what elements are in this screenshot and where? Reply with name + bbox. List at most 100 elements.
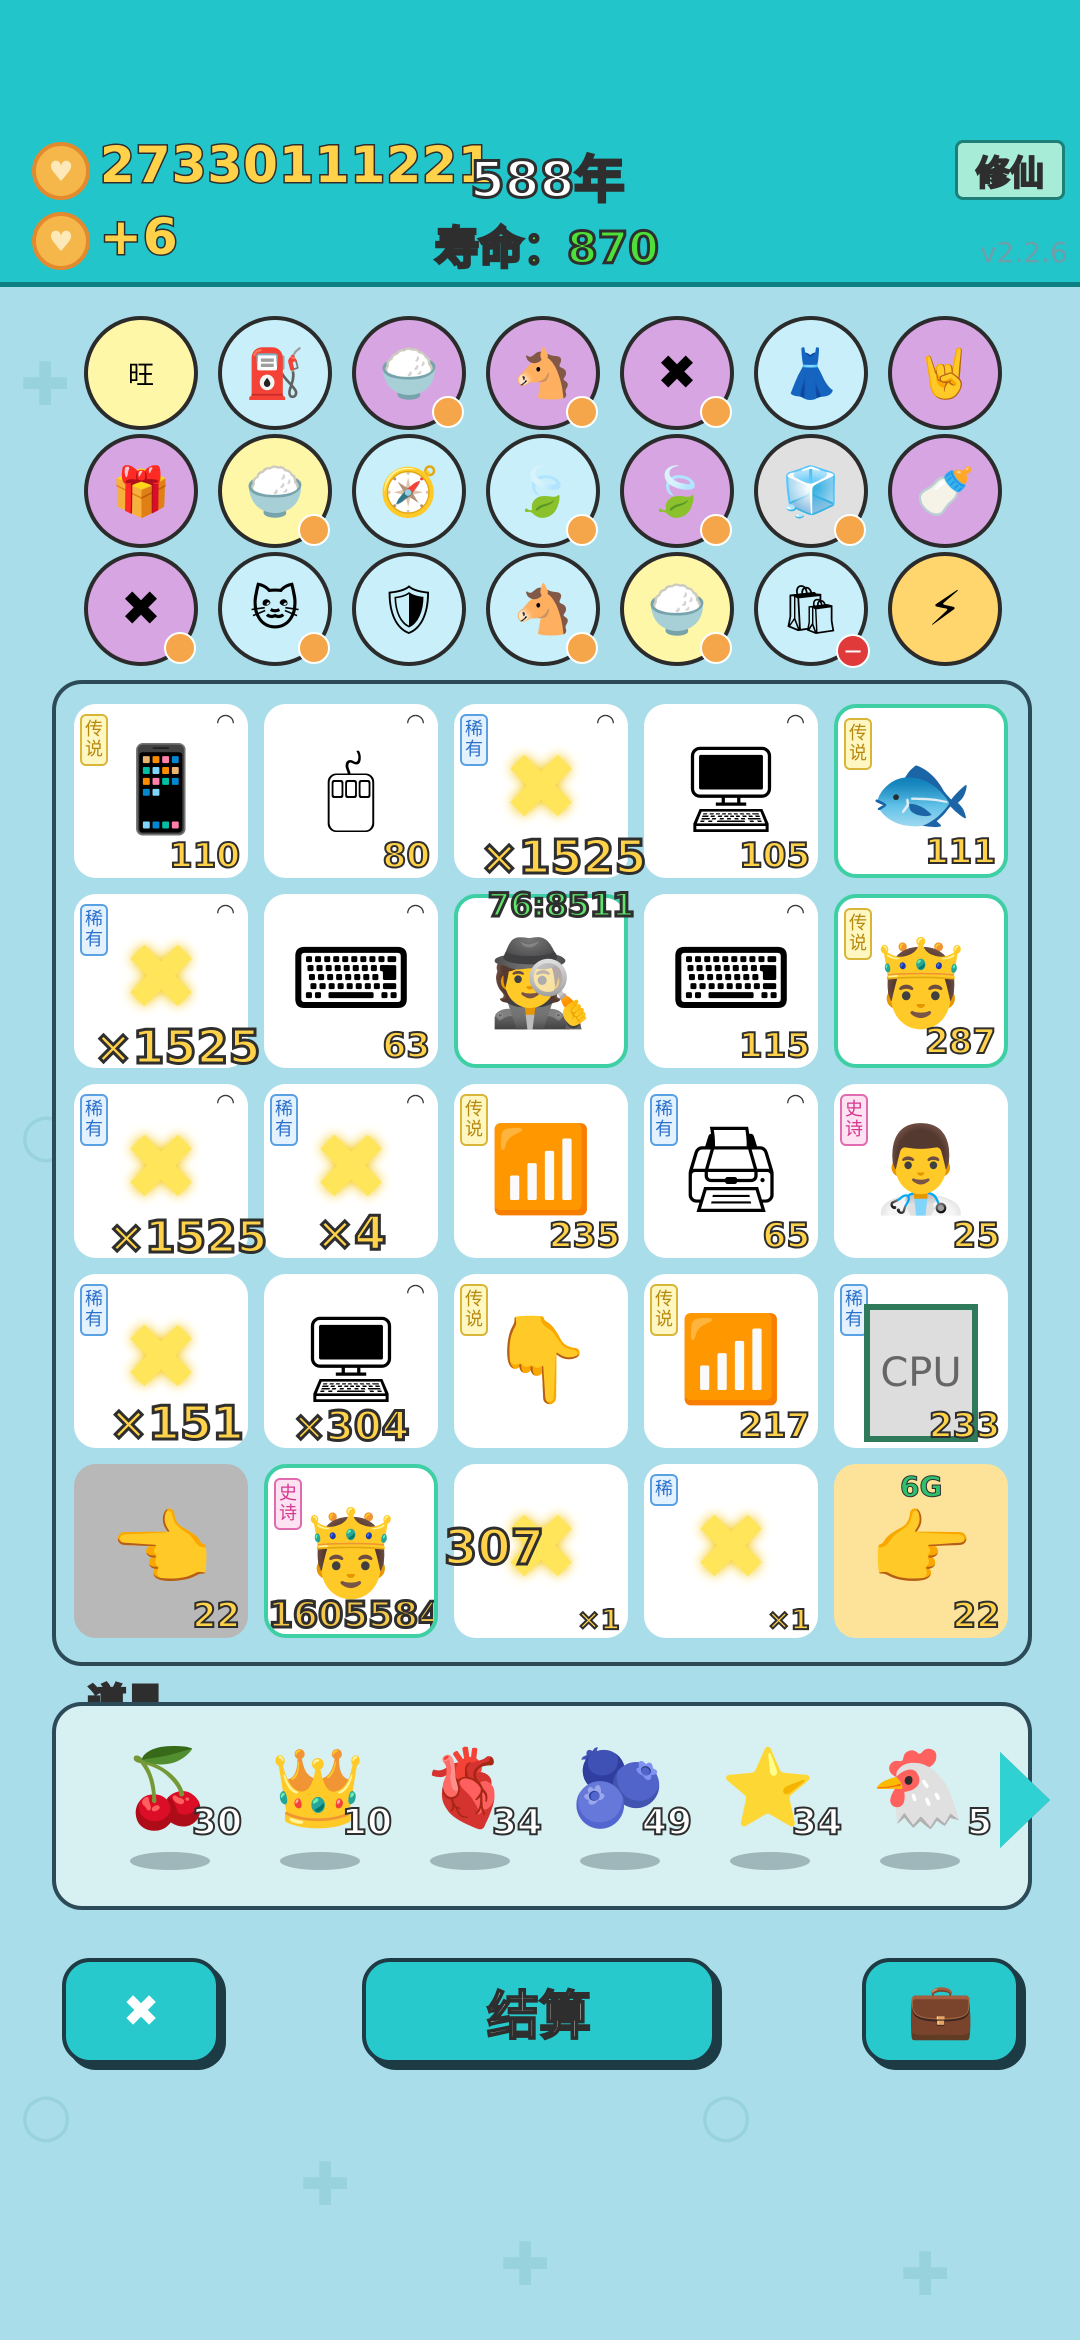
wifi-icon: ◜◝ [786,900,804,925]
lifespan-value: 870 [566,222,661,276]
pleated-skirt-skill-icon[interactable]: 👗 [754,316,868,430]
gift-box-skill-icon[interactable]: 🎁 [84,434,198,548]
item-liver[interactable]: 🫀 34 [408,1728,543,1888]
wifi-icon: ◜◝ [406,900,424,925]
delete-tag-skill-icon[interactable]: ✖ [84,552,198,666]
board-cell-wifi[interactable]: 传说 📶 235 [454,1084,628,1258]
board-cell-doctor[interactable]: 史诗 👨‍⚕ 25 [834,1084,1008,1258]
board-cell-keyboard[interactable]: ◜◝ ⌨ 115 [644,894,818,1068]
cross-icon: ✖ [122,1114,200,1221]
settle-button[interactable]: 结算 [362,1958,716,2064]
phone-icon: 📱 [108,740,214,838]
year-value: 588年 [468,150,625,211]
board-cell-cpu[interactable]: 稀有 CPU 233 [834,1274,1008,1448]
briefcase-button[interactable]: 💼 [862,1958,1020,2064]
xiuxian-button[interactable]: 修仙 [955,140,1065,200]
board-cell-cpu[interactable]: 稀 ✖ ×1 [644,1464,818,1638]
item-count: 30 [191,1801,243,1844]
lifespan: 寿命：870 [434,212,661,276]
income-value: +6 [99,207,180,268]
wifi-icon: ◜◝ [596,710,614,735]
score-text: 1605584 [268,1594,438,1636]
cell-number: 287 [924,1021,997,1063]
item-crown[interactable]: 👑 10 [258,1728,393,1888]
rock-hand-skill-icon[interactable]: 🤘 [888,316,1002,430]
board-cell-mouse[interactable]: ◜◝ 🖱 80 [264,704,438,878]
game-board: 传说 ◜◝ 📱 110 ◜◝ 🖱 80 稀有 ◜◝ ✖ ◜◝ 🖥 105 传说 … [52,680,1032,1666]
multiplier-text: ×1525 [106,1211,268,1265]
rice-bowl-skill-icon[interactable]: 🍚 [352,316,466,430]
cross-icon: ✖ [122,1304,200,1411]
floating-score: 307 [442,1519,545,1578]
cell-number: 22 [192,1595,241,1637]
multiplier-text: ×304 [291,1403,411,1449]
board-cell-server[interactable]: 稀有 ✖ ×151 [74,1274,248,1448]
king-icon: 🤴 [298,1504,404,1602]
cross-icon: ✖ [312,1114,390,1221]
board-cell-printer[interactable]: 稀有 ◜◝ 🖨 65 [644,1084,818,1258]
board-cell-keyboard[interactable]: ◜◝ ⌨ 63 [264,894,438,1068]
board-cell-king[interactable]: 史诗 🤴 1605584 [264,1464,438,1638]
cell-number: 217 [738,1405,811,1447]
lifespan-label: 寿命： [434,222,569,276]
breast-pump-skill-icon[interactable]: 🍼 [888,434,1002,548]
pointing-hand-icon: 👉 [868,1500,974,1598]
board-cell-pointer[interactable]: 👈 22 [74,1464,248,1638]
board-cell-fish[interactable]: 传说 🐟 111 [834,704,1008,878]
monitor-icon: 🖥 [297,1310,405,1408]
board-cell-server[interactable]: 稀有 ◜◝ ✖ ×4 [264,1084,438,1258]
wifi-icon: ◜◝ [406,1280,424,1305]
money-value: 27330111221 [99,135,495,196]
board-cell-wifi[interactable]: 传说 📶 217 [644,1274,818,1448]
item-hen[interactable]: 🐔 5 [858,1728,993,1888]
item-blueberry[interactable]: 🫐 49 [558,1728,693,1888]
cell-number: 233 [928,1405,1001,1447]
wifi-icon: ◜◝ [406,1090,424,1115]
wifi-icon: ◜◝ [786,710,804,735]
rice-bowl-skill-icon[interactable]: 🍚 [620,552,734,666]
rice-bowl-skill-icon[interactable]: 🍚 [218,434,332,548]
cross-icon: ✖ [502,734,580,841]
compass-skill-icon[interactable]: 🧭 [352,434,466,548]
delete-button[interactable]: ✖ [62,1958,220,2064]
shield-wrench-skill-icon[interactable]: 🛡 [352,552,466,666]
item-count: 34 [791,1801,843,1844]
item-shadow [280,1852,360,1870]
lightning-skill-icon[interactable]: ⚡ [888,552,1002,666]
wifi-icon: ◜◝ [786,1090,804,1115]
bg-plus-icon: ✚ [500,2230,551,2300]
item-star[interactable]: ⭐ 34 [708,1728,843,1888]
monitor-icon: 🖥 [677,740,785,838]
two-horses-skill-icon[interactable]: 🐴 [486,552,600,666]
bg-plus-icon: ✚ [20,350,71,420]
cell-number: 115 [738,1025,811,1067]
board-cell-monitor[interactable]: ◜◝ 🖥 ×304 [264,1274,438,1448]
sack-skill-icon[interactable]: 🛍 − [754,552,870,668]
item-count: 10 [341,1801,393,1844]
board-cell-king[interactable]: 传说 🤴 287 [834,894,1008,1068]
item-count: 49 [641,1801,693,1844]
next-page-arrow-icon[interactable] [1000,1752,1050,1848]
item-shadow [580,1852,660,1870]
two-horses-skill-icon[interactable]: 🐴 [486,316,600,430]
cell-number: 105 [738,835,811,877]
leaf-skill-icon[interactable]: 🍃 [620,434,734,548]
cubes-skill-icon[interactable]: 🧊 [754,434,868,548]
coin-icon: ♥ [32,142,90,200]
item-lychee[interactable]: 🍒 30 [108,1728,243,1888]
air-pump-skill-icon[interactable]: ⛽ [218,316,332,430]
multiplier-text: ×1525 [93,1019,263,1076]
wang-dice-skill-icon[interactable]: 旺 [84,316,198,430]
board-cell-phone[interactable]: 传说 ◜◝ 📱 110 [74,704,248,878]
keyboard-icon: ⌨ [290,930,412,1028]
cat-skill-icon[interactable]: 🐱 [218,552,332,666]
board-cell-pointer[interactable]: 传说 👇 [454,1274,628,1448]
mouse-icon: 🖱 [325,740,377,838]
multiplier-text: ×151 [108,1395,246,1449]
cell-number: 63 [382,1025,431,1067]
board-cell-monitor[interactable]: ◜◝ 🖥 105 [644,704,818,878]
item-count: 5 [966,1801,993,1844]
leaf-skill-icon[interactable]: 🍃 [486,434,600,548]
delete-tag-skill-icon[interactable]: ✖ [620,316,734,430]
keyboard-icon: ⌨ [670,930,792,1028]
